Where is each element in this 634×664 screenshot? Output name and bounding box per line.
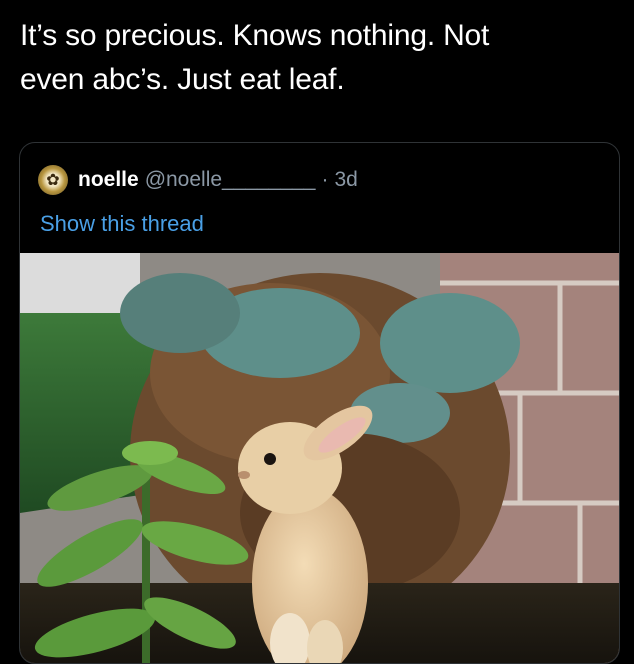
show-thread-link[interactable]: Show this thread [40,211,204,237]
dot-separator: · [321,168,329,191]
timestamp[interactable]: 3d [335,168,358,192]
user-handle[interactable]: @noelle________ [145,168,316,192]
tweet-text-line-1: It’s so precious. Knows nothing. Not [20,19,490,52]
rabbit-photo[interactable] [20,253,619,663]
rabbit-photo-illustration [20,253,619,663]
avatar[interactable]: ✿ [38,165,68,195]
tweet-text: It’s so precious. Knows nothing. Not eve… [20,14,610,102]
tweet-text-line-2: even abc’s. Just eat leaf. [20,63,345,96]
quoted-tweet-card[interactable]: ✿ noelle @noelle________ · 3d Show this … [19,142,620,664]
quoted-tweet-header: ✿ noelle @noelle________ · 3d [38,165,358,195]
flower-avatar-icon: ✿ [46,172,60,189]
display-name[interactable]: noelle [78,168,139,192]
